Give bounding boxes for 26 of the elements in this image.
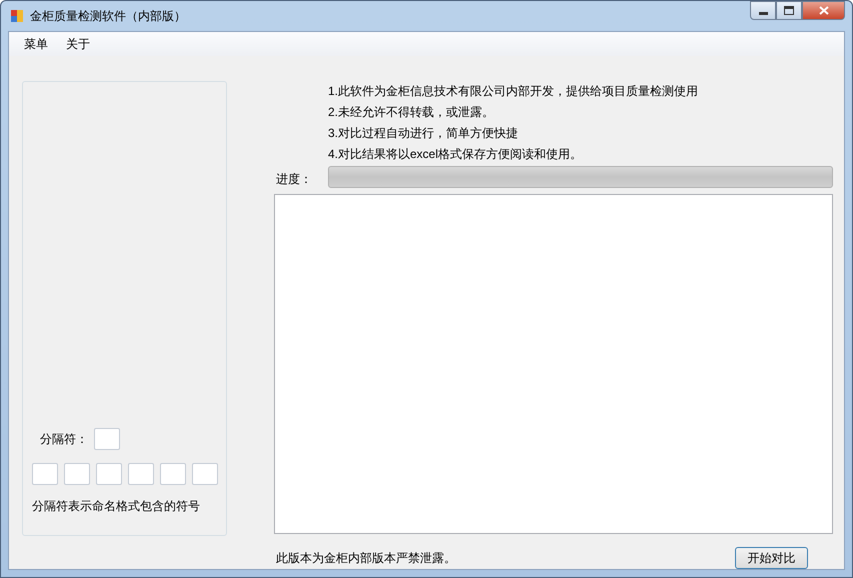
minimize-button[interactable] (750, 1, 776, 20)
note-text: 3.对比过程自动进行，简单方便快捷 (328, 125, 520, 142)
app-icon (10, 9, 24, 23)
progress-label: 进度： (275, 171, 313, 188)
separator-input[interactable] (94, 428, 120, 450)
menu-item[interactable]: 菜单 (15, 36, 57, 52)
separator-label: 分隔符： (40, 430, 88, 448)
symbol-input[interactable] (64, 463, 90, 485)
note-text: 4.对比结果将以excel格式保存方便阅读和使用。 (328, 146, 584, 163)
separator-hint: 分隔符表示命名格式包含的符号 (32, 498, 201, 515)
symbol-input[interactable] (192, 463, 218, 485)
window-title: 金柜质量检测软件（内部版） (30, 8, 186, 24)
version-notice: 此版本为金柜内部版本严禁泄露。 (275, 550, 456, 566)
symbol-input[interactable] (128, 463, 154, 485)
note-text: 2.未经允许不得转载，或泄露。 (328, 104, 496, 121)
close-button[interactable] (802, 1, 845, 20)
symbol-input[interactable] (160, 463, 186, 485)
output-textbox[interactable] (274, 194, 833, 534)
menu-item[interactable]: 关于 (57, 36, 99, 52)
start-compare-button[interactable]: 开始对比 (735, 547, 808, 569)
symbol-input[interactable] (96, 463, 122, 485)
maximize-button[interactable] (776, 1, 802, 20)
maximize-icon (784, 6, 794, 15)
note-text: 1.此软件为金柜信息技术有限公司内部开发，提供给项目质量检测使用 (328, 83, 700, 100)
close-icon (818, 6, 828, 15)
symbol-input[interactable] (32, 463, 58, 485)
